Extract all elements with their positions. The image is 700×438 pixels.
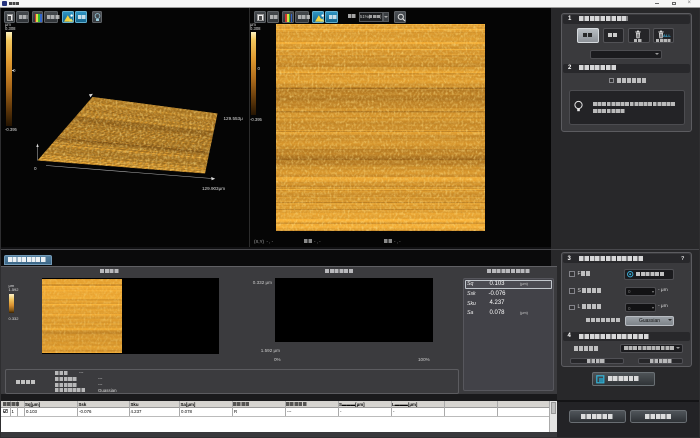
- svg-text:129.903μm: 129.903μm: [202, 186, 225, 191]
- svg-text:0: 0: [34, 166, 37, 171]
- svg-text:129.553μ: 129.553μ: [224, 116, 244, 121]
